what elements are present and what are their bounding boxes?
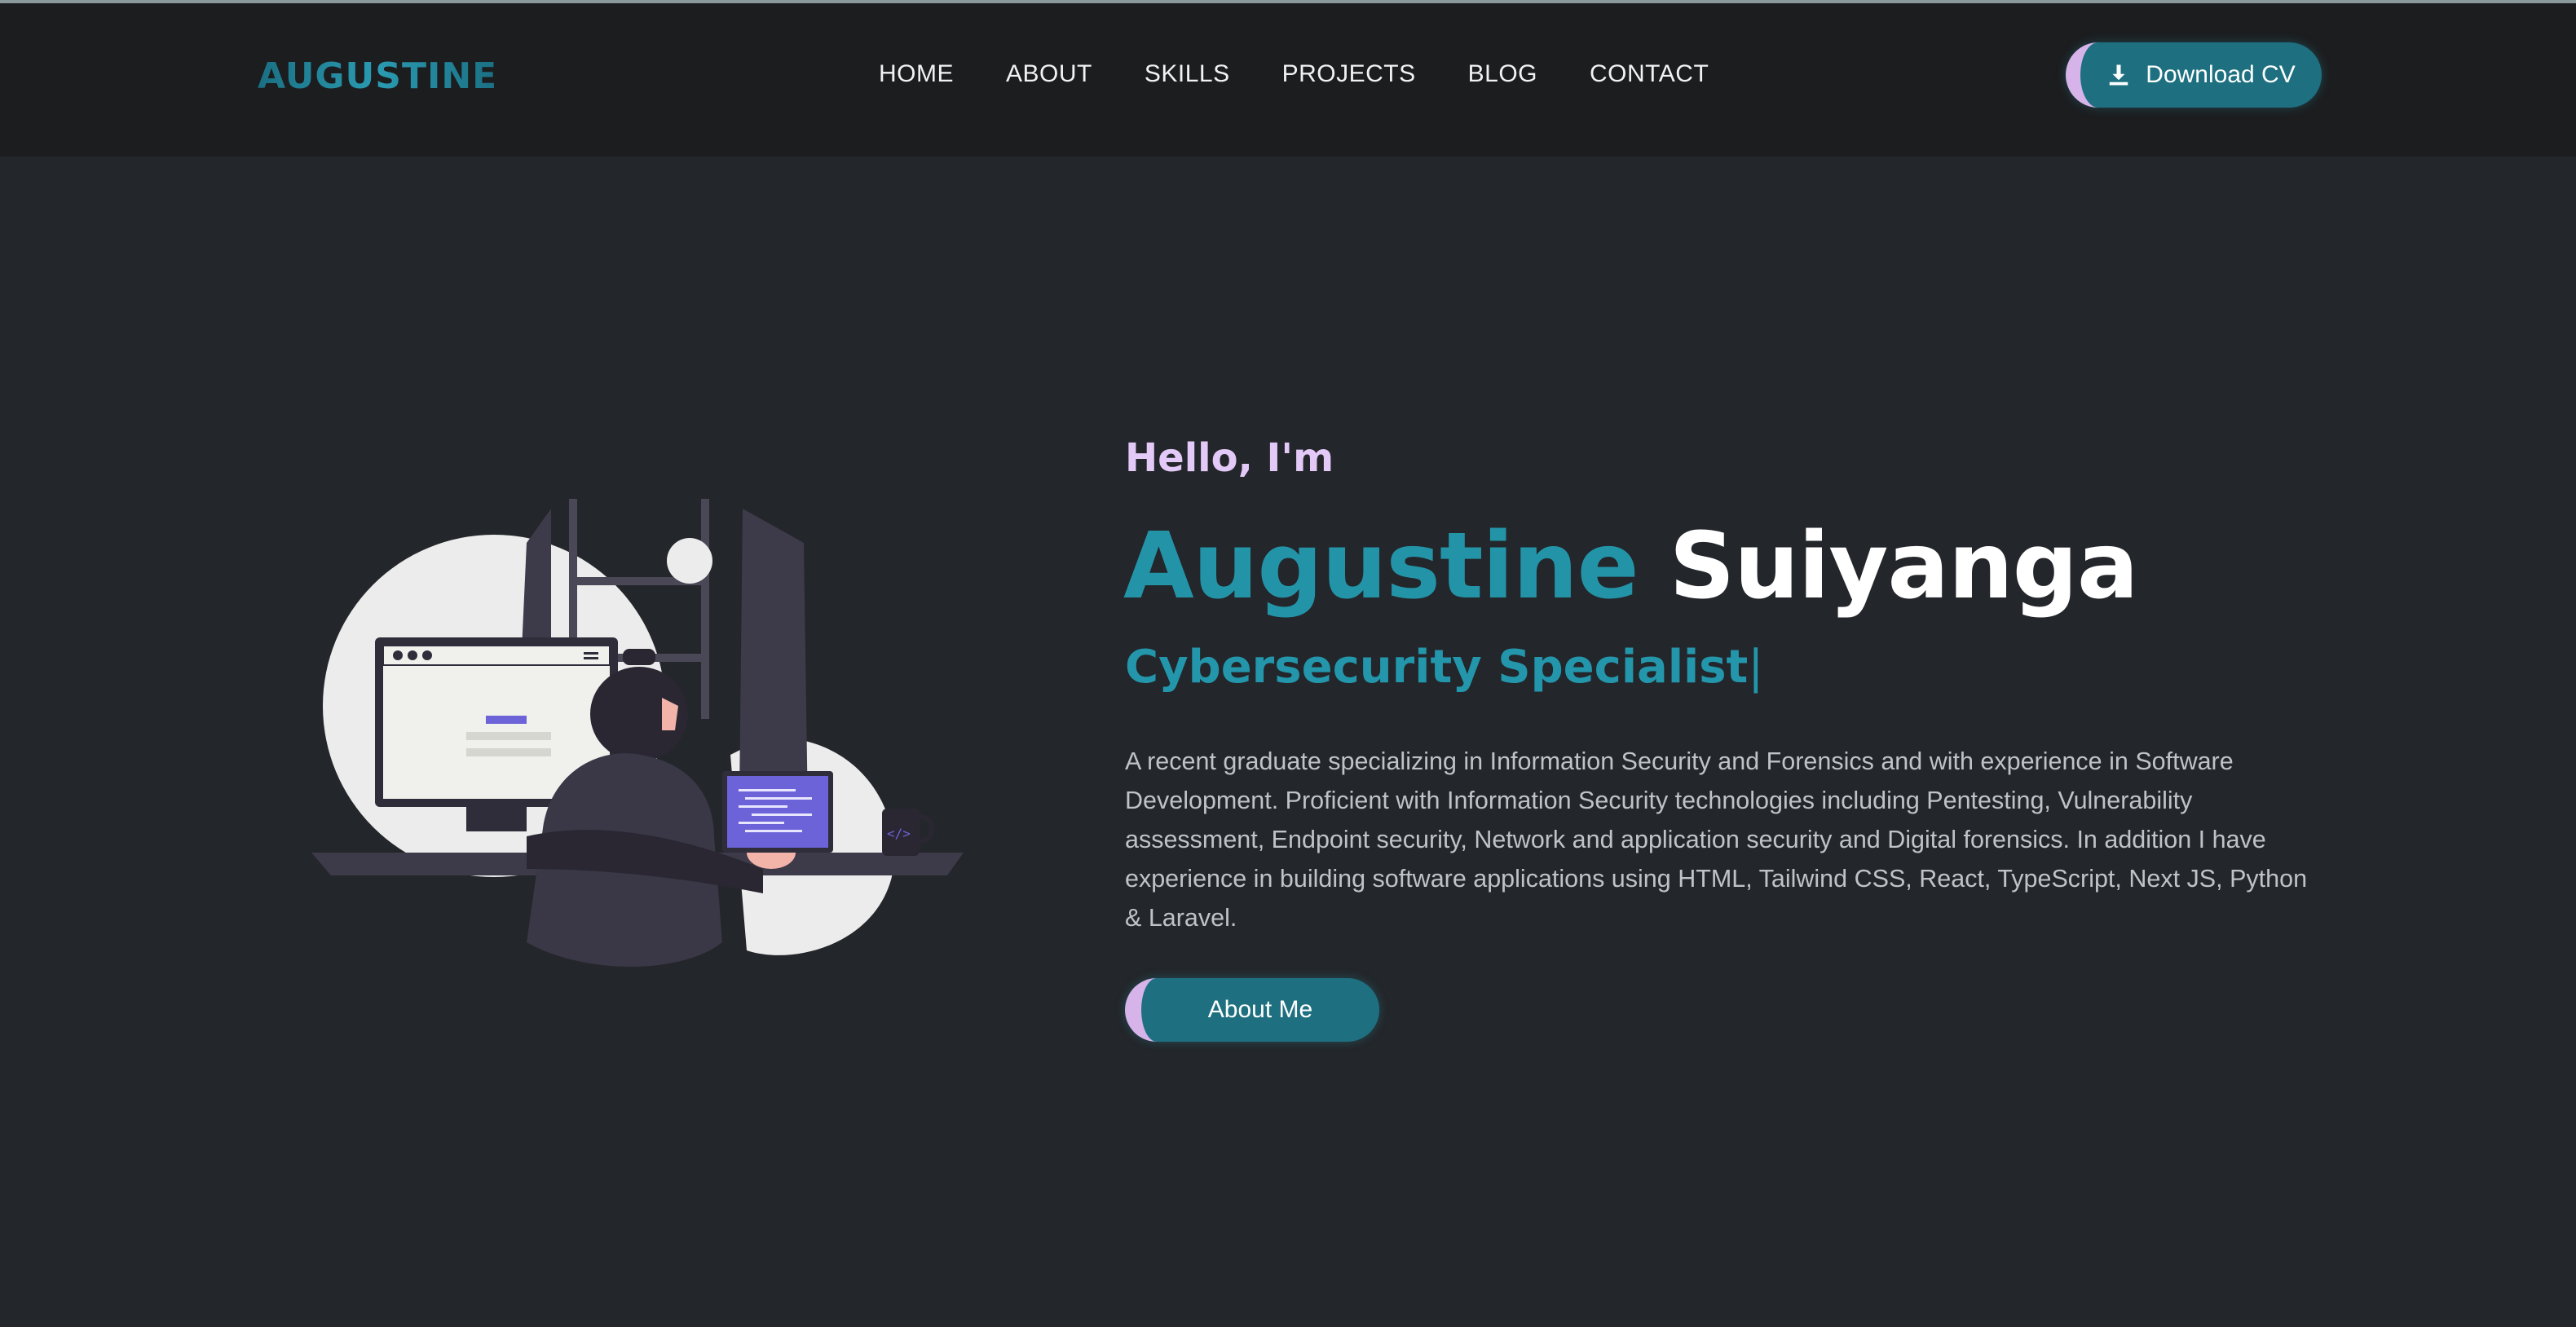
nav-skills[interactable]: SKILLS bbox=[1145, 60, 1230, 88]
hero-role: Cybersecurity Specialist| bbox=[1125, 641, 1763, 694]
site-logo[interactable]: AUGUSTINE bbox=[258, 55, 497, 97]
nav-projects[interactable]: PROJECTS bbox=[1282, 60, 1416, 88]
hero-bio: A recent graduate specializing in Inform… bbox=[1125, 747, 2308, 932]
hero-role-text: Cybersecurity Specialist bbox=[1125, 641, 1749, 694]
about-me-button[interactable]: About Me bbox=[1125, 978, 1379, 1042]
svg-text:</>: </> bbox=[887, 826, 911, 841]
main-nav: HOME ABOUT SKILLS PROJECTS BLOG CONTACT bbox=[879, 60, 1761, 88]
download-cv-button[interactable]: Download CV bbox=[2066, 42, 2322, 108]
download-cv-label: Download CV bbox=[2146, 61, 2296, 88]
hero-last-name: Suiyanga bbox=[1669, 514, 2139, 619]
hero-name: Augustine Suiyanga bbox=[1123, 514, 2139, 619]
moon bbox=[667, 538, 712, 584]
nav-about[interactable]: ABOUT bbox=[1006, 60, 1092, 88]
nav-contact[interactable]: CONTACT bbox=[1590, 60, 1709, 88]
developer-at-desk-illustration: </> bbox=[311, 499, 964, 967]
download-icon bbox=[2110, 64, 2128, 86]
typing-caret: | bbox=[1748, 641, 1764, 694]
navbar: AUGUSTINE HOME ABOUT SKILLS PROJECTS BLO… bbox=[0, 3, 2576, 157]
hero-first-name: Augustine bbox=[1123, 514, 1639, 619]
hero-greeting: Hello, I'm bbox=[1125, 435, 1334, 481]
nav-blog[interactable]: BLOG bbox=[1468, 60, 1537, 88]
nav-home[interactable]: HOME bbox=[879, 60, 954, 88]
